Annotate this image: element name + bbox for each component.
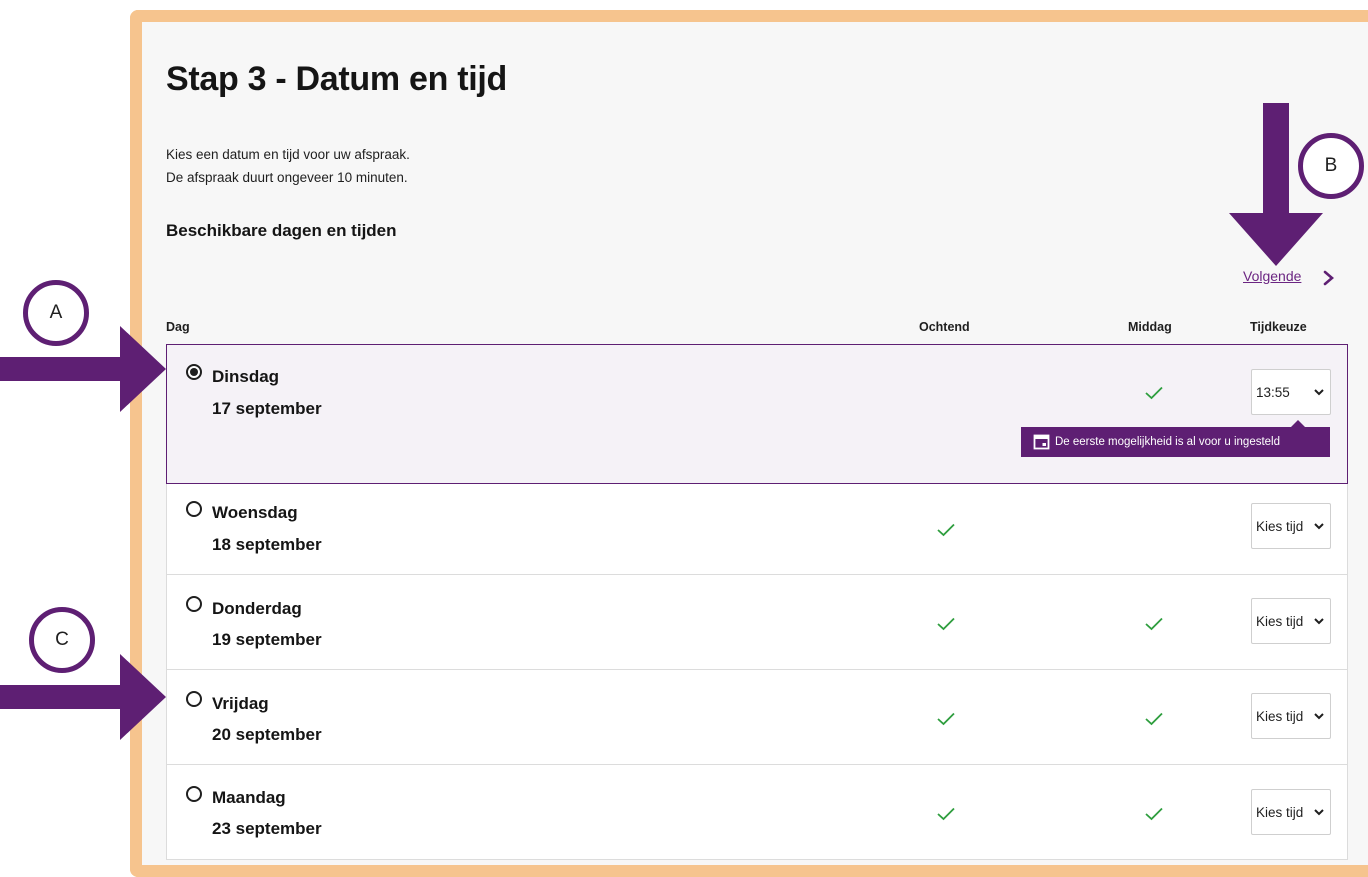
calendar-icon	[1033, 434, 1050, 450]
radio-donderdag[interactable]	[186, 596, 202, 612]
table-row-maandag[interactable]: Maandag 23 september Kies tijd	[166, 765, 1348, 860]
time-select-donderdag[interactable]: Kies tijd	[1251, 598, 1331, 644]
day-date: 23 september	[212, 819, 322, 838]
table-row-woensdag[interactable]: Woensdag 18 september Kies tijd	[166, 484, 1348, 575]
intro-text: Kies een datum en tijd voor uw afspraak.…	[166, 143, 410, 189]
day-name: Vrijdag	[212, 694, 269, 713]
chevron-down-icon	[1314, 523, 1324, 530]
tooltip-text: De eerste mogelijkheid is al voor u inge…	[1055, 436, 1281, 448]
day-name: Donderdag	[212, 599, 302, 618]
annotation-badge-c: C	[29, 607, 95, 673]
chevron-down-icon	[1314, 618, 1324, 625]
day-name: Woensdag	[212, 503, 298, 522]
table-row-vrijdag[interactable]: Vrijdag 20 september Kies tijd	[166, 670, 1348, 765]
table-row-donderdag[interactable]: Donderdag 19 september Kies tijd	[166, 575, 1348, 670]
column-header-afternoon: Middag	[1128, 320, 1172, 334]
intro-line-1: Kies een datum en tijd voor uw afspraak.	[166, 147, 410, 162]
check-icon	[1145, 617, 1163, 631]
time-select-value: Kies tijd	[1256, 708, 1304, 724]
radio-maandag[interactable]	[186, 786, 202, 802]
day-name: Maandag	[212, 788, 286, 807]
radio-vrijdag[interactable]	[186, 691, 202, 707]
annotation-badge-b: B	[1298, 133, 1364, 199]
chevron-down-icon	[1314, 713, 1324, 720]
time-select-maandag[interactable]: Kies tijd	[1251, 789, 1331, 835]
chevron-right-icon[interactable]	[1320, 268, 1338, 288]
time-select-vrijdag[interactable]: Kies tijd	[1251, 693, 1331, 739]
check-icon	[1145, 386, 1163, 400]
chevron-down-icon	[1314, 809, 1324, 816]
check-icon	[937, 712, 955, 726]
column-header-morning: Ochtend	[919, 320, 970, 334]
annotation-badge-a: A	[23, 280, 89, 346]
first-option-tooltip: De eerste mogelijkheid is al voor u inge…	[1021, 420, 1330, 457]
time-select-value: Kies tijd	[1256, 804, 1304, 820]
check-icon	[937, 523, 955, 537]
time-select-value: Kies tijd	[1256, 518, 1304, 534]
annotation-arrow-a	[0, 326, 166, 412]
check-icon	[1145, 712, 1163, 726]
day-date: 17 september	[212, 399, 322, 418]
radio-woensdag[interactable]	[186, 501, 202, 517]
day-date: 20 september	[212, 725, 322, 744]
column-header-time: Tijdkeuze	[1250, 320, 1307, 334]
day-name: Dinsdag	[212, 367, 280, 386]
day-date: 18 september	[212, 535, 322, 554]
check-icon	[937, 617, 955, 631]
radio-dinsdag[interactable]	[186, 364, 202, 380]
intro-line-2: De afspraak duurt ongeveer 10 minuten.	[166, 170, 408, 185]
time-select-value: 13:55	[1256, 384, 1290, 400]
time-select-woensdag[interactable]: Kies tijd	[1251, 503, 1331, 549]
time-select-value: Kies tijd	[1256, 613, 1304, 629]
check-icon	[1145, 807, 1163, 821]
column-header-day: Dag	[166, 320, 190, 334]
check-icon	[937, 807, 955, 821]
table-row-dinsdag[interactable]: Dinsdag 17 september 13:55	[166, 344, 1348, 484]
page-title: Stap 3 - Datum en tijd	[166, 60, 507, 98]
chevron-down-icon	[1314, 389, 1324, 396]
annotation-arrow-c	[0, 654, 166, 740]
day-date: 19 september	[212, 630, 322, 649]
next-link[interactable]: Volgende	[1243, 268, 1301, 284]
available-days-heading: Beschikbare dagen en tijden	[166, 221, 397, 240]
time-select-dinsdag[interactable]: 13:55	[1251, 369, 1331, 415]
